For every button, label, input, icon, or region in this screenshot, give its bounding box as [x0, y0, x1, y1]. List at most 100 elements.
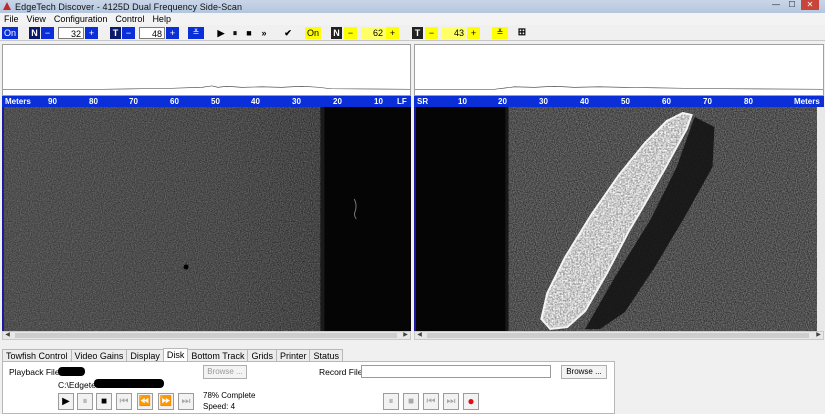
- scroll-left-arrow-icon[interactable]: ◀: [3, 332, 12, 339]
- pause-button[interactable]: ⏸: [77, 393, 93, 410]
- starboard-side-label: SR: [417, 97, 429, 106]
- port-side-label: LF: [397, 97, 407, 106]
- left-t-minus-button[interactable]: −: [122, 27, 135, 39]
- fast-forward-icon[interactable]: »: [258, 27, 270, 39]
- port-tick-10: 10: [374, 97, 383, 106]
- starboard-tick-10: 10: [458, 97, 467, 106]
- maximize-button[interactable]: ☐: [785, 0, 799, 10]
- record-pause-button[interactable]: ⏸: [383, 393, 399, 410]
- menu-help[interactable]: Help: [148, 14, 175, 24]
- tab-towfish-control[interactable]: Towfish Control: [2, 349, 72, 361]
- scroll-left-arrow-icon[interactable]: ◀: [415, 332, 424, 339]
- starboard-scroll-thumb[interactable]: [427, 333, 809, 338]
- checkmark-icon[interactable]: ✔: [282, 27, 294, 39]
- right-n-minus-button[interactable]: −: [344, 27, 357, 39]
- vertical-scrollbar[interactable]: [817, 107, 825, 331]
- starboard-tick-40: 40: [580, 97, 589, 106]
- playback-browse-button[interactable]: Browse ...: [203, 365, 247, 379]
- port-tick-70: 70: [129, 97, 138, 106]
- close-button[interactable]: ✕: [801, 0, 819, 10]
- starboard-horizontal-scrollbar[interactable]: ◀ ▶: [414, 331, 824, 340]
- starboard-tick-70: 70: [703, 97, 712, 106]
- menu-file[interactable]: File: [0, 14, 23, 24]
- port-sonar-image[interactable]: [2, 107, 411, 331]
- starboard-sonar-render: [416, 107, 817, 331]
- right-n-plus-button[interactable]: +: [386, 27, 399, 39]
- left-t-label: T: [110, 27, 121, 39]
- menu-view[interactable]: View: [23, 14, 50, 24]
- right-n-value-field[interactable]: 62: [361, 27, 385, 39]
- left-n-label: N: [29, 27, 40, 39]
- starboard-tick-30: 30: [539, 97, 548, 106]
- playback-progress-text: 78% Complete: [203, 391, 256, 400]
- tab-bottom-track[interactable]: Bottom Track: [187, 349, 249, 361]
- left-t-plus-button[interactable]: +: [166, 27, 179, 39]
- record-stop-button[interactable]: ■: [403, 393, 419, 410]
- starboard-trace-panel: [414, 44, 824, 96]
- menu-configuration[interactable]: Configuration: [50, 14, 112, 24]
- left-on-toggle[interactable]: On: [2, 27, 18, 39]
- disk-tab-pane: Playback File: Browse ... C:\Edgetech\ ▶…: [2, 361, 615, 414]
- starboard-range-scale: SR 10 20 30 40 50 60 70 80 Meters: [414, 96, 824, 107]
- port-trace-panel: [2, 44, 411, 96]
- redacted-playback-file: [58, 367, 85, 376]
- left-n-minus-button[interactable]: −: [41, 27, 54, 39]
- right-auto-gain-icon[interactable]: ≚: [492, 27, 508, 39]
- record-skip-forward-button[interactable]: ⏭: [443, 393, 459, 410]
- redacted-playback-path: [94, 379, 164, 388]
- right-t-minus-button[interactable]: −: [425, 27, 438, 39]
- port-horizontal-scrollbar[interactable]: ◀ ▶: [2, 331, 411, 340]
- menu-bar: File View Configuration Control Help: [0, 13, 825, 25]
- tab-disk[interactable]: Disk: [162, 348, 189, 361]
- tab-status[interactable]: Status: [309, 349, 343, 361]
- skip-back-button[interactable]: ⏮: [116, 393, 132, 410]
- playback-file-label: Playback File:: [9, 367, 62, 377]
- port-tick-20: 20: [333, 97, 342, 106]
- tab-display[interactable]: Display: [126, 349, 164, 361]
- scroll-right-arrow-icon[interactable]: ▶: [401, 332, 410, 339]
- right-t-value-field[interactable]: 43: [442, 27, 466, 39]
- control-tabs: Towfish Control Video Gains Display Disk…: [2, 348, 343, 361]
- record-skip-back-button[interactable]: ⏮: [423, 393, 439, 410]
- record-button[interactable]: ●: [463, 393, 479, 410]
- tab-video-gains[interactable]: Video Gains: [70, 349, 128, 361]
- grid-icon[interactable]: ⊞: [516, 27, 528, 39]
- left-n-plus-button[interactable]: +: [85, 27, 98, 39]
- port-tick-90: 90: [48, 97, 57, 106]
- rewind-button[interactable]: ⏪: [137, 393, 153, 410]
- tab-grids[interactable]: Grids: [247, 349, 277, 361]
- port-scroll-thumb[interactable]: [15, 333, 397, 338]
- minimize-button[interactable]: —: [769, 0, 783, 10]
- left-auto-gain-icon[interactable]: ≚: [188, 27, 204, 39]
- toolbar: On N − 32 + T − 48 + ≚ ▶ ⏸ ■ » ✔ On N − …: [0, 25, 825, 41]
- tab-printer[interactable]: Printer: [275, 349, 311, 361]
- left-t-value-field[interactable]: 48: [139, 27, 165, 39]
- port-sonar-render: [4, 107, 411, 331]
- right-t-label: T: [412, 27, 423, 39]
- left-n-value-field[interactable]: 32: [58, 27, 84, 39]
- starboard-tick-50: 50: [621, 97, 630, 106]
- record-browse-button[interactable]: Browse ...: [561, 365, 607, 379]
- forward-button[interactable]: ⏩: [158, 393, 174, 410]
- stop-button[interactable]: ■: [96, 393, 112, 410]
- play-button[interactable]: ▶: [58, 393, 74, 410]
- right-t-plus-button[interactable]: +: [467, 27, 480, 39]
- right-on-toggle[interactable]: On: [305, 27, 321, 39]
- starboard-tick-20: 20: [498, 97, 507, 106]
- pause-icon[interactable]: ⏸: [230, 27, 240, 39]
- skip-forward-button[interactable]: ⏭: [178, 393, 194, 410]
- port-tick-40: 40: [251, 97, 260, 106]
- starboard-sonar-image[interactable]: [414, 107, 817, 331]
- port-tick-60: 60: [170, 97, 179, 106]
- play-icon[interactable]: ▶: [216, 27, 226, 39]
- port-tick-50: 50: [211, 97, 220, 106]
- stop-icon[interactable]: ■: [244, 27, 254, 39]
- scroll-right-arrow-icon[interactable]: ▶: [814, 332, 823, 339]
- port-trace-plot: [3, 85, 410, 90]
- record-file-input[interactable]: [361, 365, 551, 378]
- window-title: EdgeTech Discover - 4125D Dual Frequency…: [15, 1, 243, 12]
- edgetech-logo-icon: [3, 2, 12, 11]
- window-controls: — ☐ ✕: [769, 0, 819, 10]
- starboard-trace-plot: [415, 86, 823, 90]
- menu-control[interactable]: Control: [111, 14, 148, 24]
